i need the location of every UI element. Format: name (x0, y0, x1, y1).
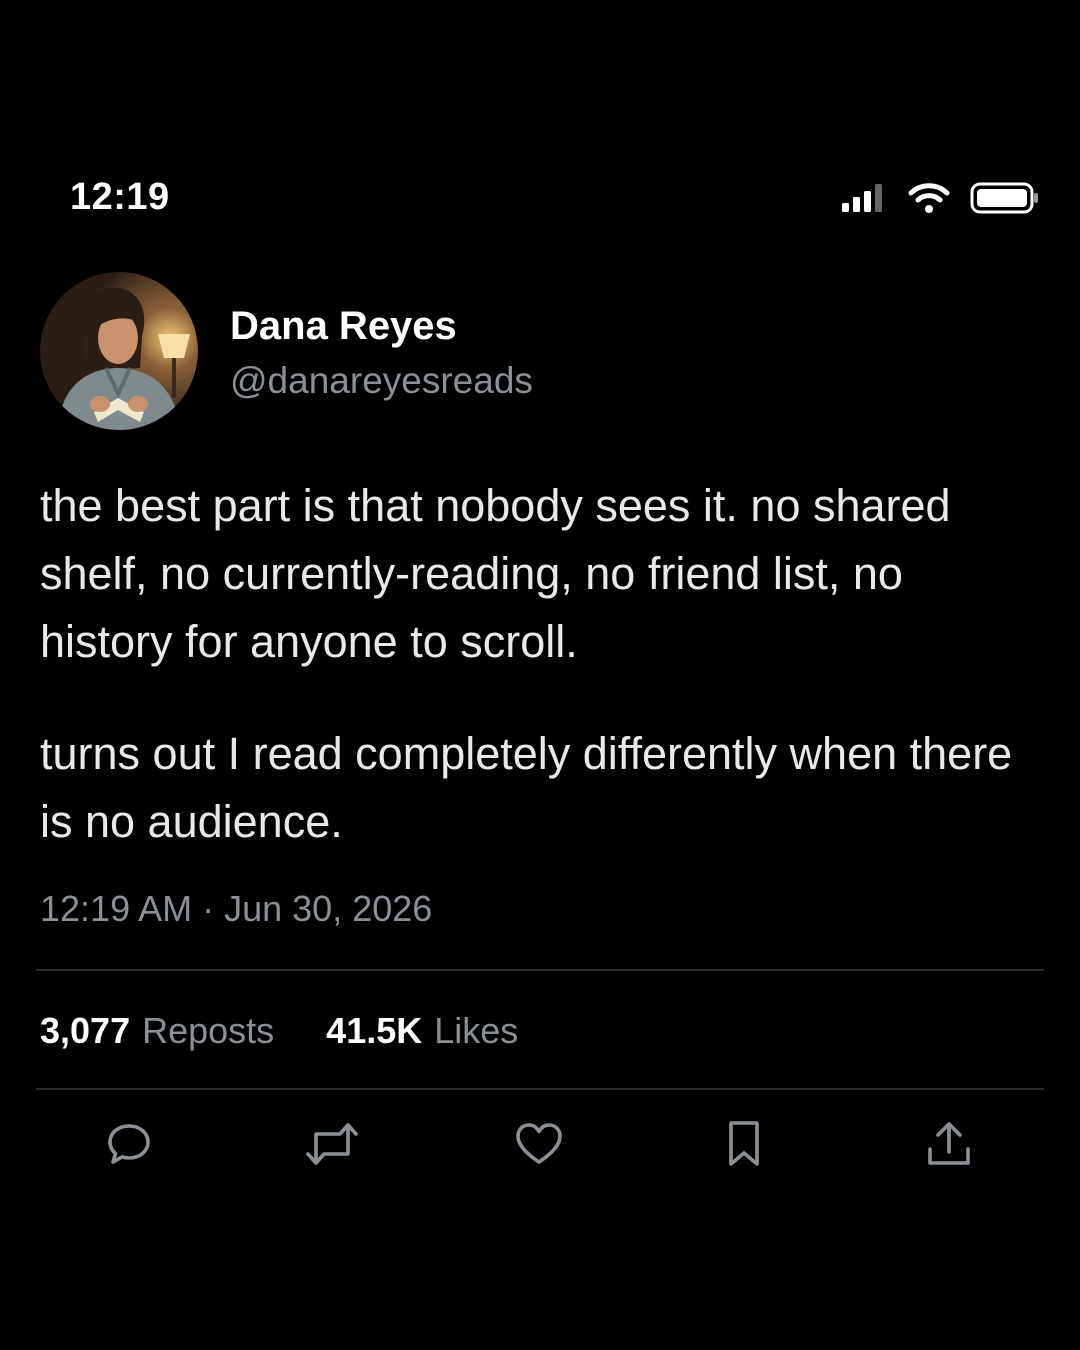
post-paragraph: turns out I read completely differently … (40, 728, 1013, 847)
wifi-icon (908, 182, 950, 214)
status-bar: 12:19 (0, 170, 1080, 230)
post-paragraph: the best part is that nobody sees it. no… (40, 480, 951, 667)
action-bar (0, 1116, 1080, 1176)
status-icons (842, 182, 1040, 214)
author-handle[interactable]: @danareyesreads (230, 360, 533, 402)
post-author: Dana Reyes @danareyesreads (40, 272, 1040, 432)
like-icon (514, 1120, 564, 1168)
bookmark-button[interactable] (716, 1116, 772, 1172)
divider (36, 1088, 1044, 1090)
like-button[interactable] (511, 1116, 567, 1172)
avatar[interactable] (40, 272, 198, 430)
reposts-count: 3,077 (40, 1010, 131, 1051)
reply-button[interactable] (101, 1116, 157, 1172)
reply-icon (105, 1120, 153, 1168)
reposts-stat[interactable]: 3,077 Reposts (40, 1010, 274, 1052)
repost-button[interactable] (304, 1116, 360, 1172)
author-display-name[interactable]: Dana Reyes (230, 304, 457, 349)
timestamp-separator: · (202, 888, 215, 929)
likes-count: 41.5K (326, 1010, 423, 1051)
post-timestamp[interactable]: 12:19 AM · Jun 30, 2026 (40, 888, 432, 930)
bookmark-icon (722, 1119, 766, 1169)
share-icon (925, 1119, 973, 1169)
engagement-stats: 3,077 Reposts 41.5K Likes (40, 1010, 518, 1052)
reposts-label: Reposts (142, 1010, 275, 1051)
battery-icon (970, 182, 1040, 214)
likes-label: Likes (434, 1010, 519, 1051)
repost-icon (304, 1120, 360, 1168)
post-time: 12:19 AM (40, 888, 193, 929)
post-date: Jun 30, 2026 (224, 888, 433, 929)
post-text: the best part is that nobody sees it. no… (40, 472, 1040, 856)
likes-stat[interactable]: 41.5K Likes (326, 1010, 518, 1052)
cellular-signal-icon (842, 183, 888, 213)
share-button[interactable] (921, 1116, 977, 1172)
divider (36, 969, 1044, 971)
status-time: 12:19 (70, 176, 170, 218)
